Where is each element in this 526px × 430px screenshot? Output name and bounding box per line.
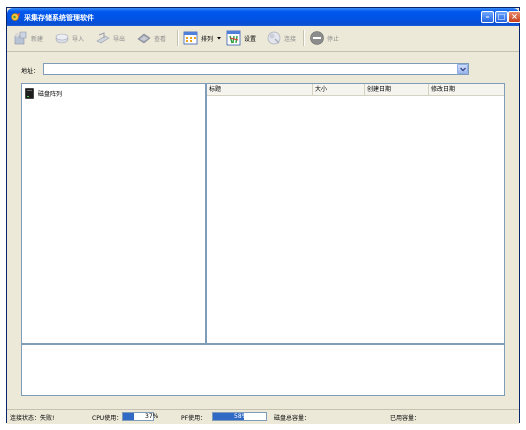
status-bar: 连接状态：失败! CPU使用： 37% PF使用： 58% 磁盘总容量： 已用容… [7,409,519,424]
import-label: 导入 [72,35,85,43]
stop-label: 停止 [327,35,340,43]
connect-label: 连接 [284,35,297,43]
import-button[interactable]: 导入 [54,29,84,47]
column-header-created[interactable]: 创建日期 [365,84,429,95]
view-button[interactable]: 查看 [136,29,166,47]
minimize-button[interactable]: – [481,11,494,23]
used-capacity-label: 已用容量： [390,415,421,422]
window-title: 采集存储系统管理软件 [24,14,94,22]
arrange-label: 排列 [201,35,214,43]
maximize-icon: □ [497,12,506,21]
arrange-icon [183,31,198,45]
export-label: 导出 [113,35,126,43]
stop-button[interactable]: 停止 [309,29,339,47]
minimize-icon: – [485,12,490,21]
address-dropdown-button[interactable] [457,64,468,74]
settings-icon [226,30,241,46]
cpu-usage-value: 37% [145,413,159,420]
toolbar-divider [7,51,519,52]
cpu-usage-meter: 37% [122,412,158,421]
column-header-size[interactable]: 大小 [313,84,365,95]
column-header-title[interactable]: 标题 [207,84,313,95]
disk-array-icon [25,88,34,99]
pf-usage-value: 58% [234,413,248,420]
detail-panel[interactable] [21,344,505,396]
tree-item-label: 磁盘阵列 [38,91,63,98]
view-icon [137,33,151,44]
toolbar-separator [303,30,305,46]
column-header-modified[interactable]: 修改日期 [429,84,504,95]
tree-panel[interactable]: 磁盘阵列 [21,83,206,344]
title-bar[interactable]: 采集存储系统管理软件 – □ × [7,8,521,26]
arrange-button[interactable]: 排列 [183,29,222,47]
export-button[interactable]: 导出 [95,29,125,47]
pf-usage-meter: 58% [212,412,267,421]
export-icon [96,32,110,44]
disk-total-label: 磁盘总容量： [274,415,311,422]
toolbar: 新建 导入 导出 查看 排列 设置 连接 停止 [7,26,519,50]
cpu-usage-fill [123,413,135,420]
close-button[interactable]: × [508,11,521,23]
list-header: 标题 大小 创建日期 修改日期 [207,84,504,96]
connect-icon [267,31,281,45]
pf-usage-label: PF使用： [181,415,207,422]
settings-button[interactable]: 设置 [226,29,256,47]
file-list-panel[interactable]: 标题 大小 创建日期 修改日期 [206,83,505,344]
connect-button[interactable]: 连接 [266,29,296,47]
address-input[interactable] [43,63,469,75]
toolbar-separator [177,30,179,46]
cpu-usage-label: CPU使用： [92,415,123,422]
tree-item-disk-array[interactable]: 磁盘阵列 [25,88,62,99]
view-label: 查看 [154,35,167,43]
app-icon [11,13,20,21]
new-label: 新建 [31,35,44,43]
new-button[interactable]: 新建 [13,29,43,47]
settings-label: 设置 [244,35,257,43]
maximize-button[interactable]: □ [495,11,508,23]
import-icon [55,33,69,44]
new-icon [14,31,27,45]
connection-status: 连接状态：失败! [10,415,55,422]
main-window: 采集存储系统管理软件 – □ × 新建 导入 导出 查看 排列 设置 连接 停止… [6,7,521,424]
address-label: 地址： [21,68,40,75]
chevron-down-icon [460,67,466,72]
close-icon: × [511,12,518,21]
chevron-down-icon[interactable] [216,35,222,41]
stop-icon [310,31,324,45]
